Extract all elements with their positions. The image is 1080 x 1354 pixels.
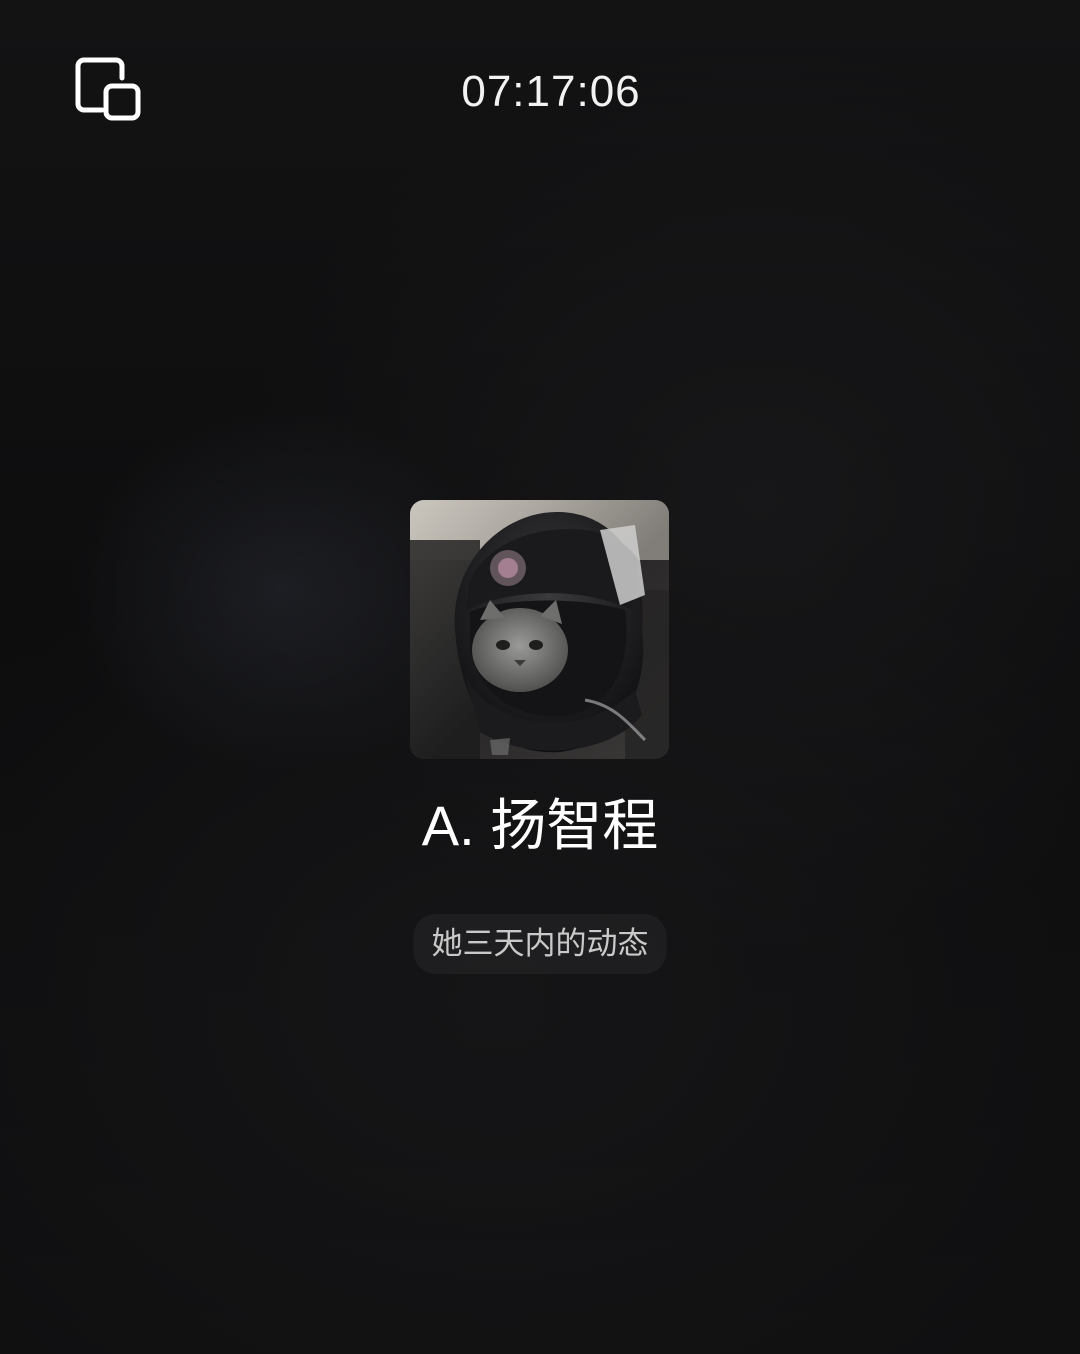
avatar[interactable] — [410, 500, 669, 759]
call-timer: 07:17:06 — [461, 67, 641, 116]
voice-call-screen: 07:17:06 A. 扬智程 她三天内的动态 — [0, 0, 1080, 1354]
cat-in-helmet-avatar — [410, 500, 669, 759]
contact-name: A. 扬智程 — [421, 794, 659, 857]
moments-link[interactable]: 她三天内的动态 — [413, 914, 667, 974]
